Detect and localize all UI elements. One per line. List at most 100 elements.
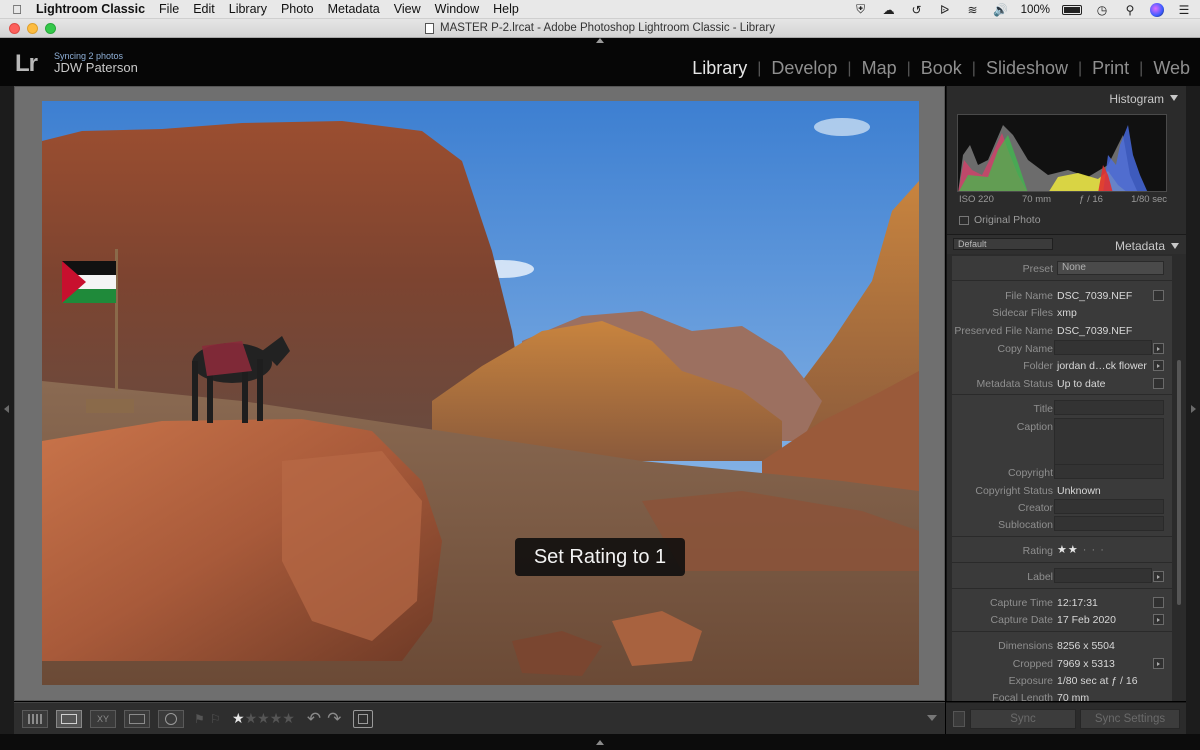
sync-button[interactable]: Sync (970, 709, 1076, 729)
dimensions-row: Dimensions 8256 x 5504 (998, 640, 1115, 652)
people-view-button[interactable] (158, 709, 184, 728)
capture-time-edit-icon[interactable] (1153, 597, 1164, 608)
loupe-viewer[interactable]: Set Rating to 1 (14, 86, 945, 701)
battery-icon[interactable] (1062, 4, 1082, 15)
sidecar-row: Sidecar Files xmp (992, 307, 1077, 319)
module-map[interactable]: Map (862, 58, 897, 79)
star-4-icon[interactable]: ★ (270, 710, 283, 727)
menu-file[interactable]: File (152, 2, 186, 16)
rating-stars[interactable]: ★★ · · · (1057, 543, 1105, 556)
original-photo-toggle[interactable]: Original Photo (959, 214, 1041, 226)
auto-sync-toggle[interactable] (953, 711, 965, 727)
menu-help[interactable]: Help (486, 2, 526, 16)
capture-date-row: Capture Date 17 Feb 2020 (952, 611, 1172, 628)
expand-left-panel-icon[interactable] (4, 405, 9, 413)
wifi-icon[interactable]: ≋ (965, 3, 981, 17)
toolbar-menu-chevron-icon[interactable] (927, 715, 937, 721)
compare-view-button[interactable]: XY (90, 709, 116, 728)
module-print[interactable]: Print (1092, 58, 1129, 79)
star-3-icon[interactable]: ★ (257, 710, 270, 727)
clock-icon[interactable]: ◷ (1094, 3, 1110, 17)
collapse-top-panel-icon[interactable] (596, 38, 604, 43)
menu-metadata[interactable]: Metadata (321, 2, 387, 16)
copyright-status-dropdown[interactable]: Unknown (1057, 485, 1101, 497)
copy-name-row: Copy Name (952, 340, 1172, 357)
rotate-left-icon[interactable]: ↶ (307, 709, 321, 729)
flag-reject-icon[interactable]: ⚐ (210, 712, 222, 726)
metadata-panel-header[interactable]: Default Metadata (947, 234, 1186, 254)
compare-view-icon: XY (96, 713, 109, 724)
right-panel-scrollbar[interactable] (1177, 360, 1181, 605)
flag-pick-icon[interactable]: ⚑ (194, 712, 206, 726)
apple-icon[interactable]:  (0, 2, 34, 17)
copyright-row: Copyright (952, 464, 1172, 481)
user-name[interactable]: JDW Paterson (54, 60, 138, 75)
spotlight-search-icon[interactable]: ⚲ (1122, 3, 1138, 17)
original-photo-label: Original Photo (974, 214, 1041, 226)
loupe-view-button[interactable] (56, 709, 82, 728)
caption-field[interactable] (1054, 418, 1164, 466)
menu-window[interactable]: Window (428, 2, 486, 16)
bluetooth-icon[interactable]: ᐉ (937, 3, 953, 17)
histogram-panel-header[interactable]: Histogram (947, 86, 1186, 110)
title-field[interactable] (1054, 400, 1164, 415)
folder-arrow-icon[interactable] (1153, 360, 1164, 371)
menu-edit[interactable]: Edit (186, 2, 222, 16)
capture-date-arrow-icon[interactable] (1153, 614, 1164, 625)
label-arrow-icon[interactable] (1153, 571, 1164, 582)
battery-percent[interactable]: 100% (1021, 4, 1050, 16)
module-web[interactable]: Web (1153, 58, 1190, 79)
grid-view-icon (28, 713, 42, 724)
copyright-field[interactable] (1054, 464, 1164, 479)
menu-app-name[interactable]: Lightroom Classic (34, 2, 152, 16)
shield-icon[interactable]: ⛨ (853, 2, 869, 17)
star-1-icon[interactable]: ★ (232, 710, 245, 727)
histogram-collapse-icon[interactable] (1170, 95, 1178, 101)
survey-view-button[interactable] (124, 709, 150, 728)
sublocation-field[interactable] (1054, 516, 1164, 531)
star-5-icon[interactable]: ★ (282, 710, 295, 727)
sublocation-row: Sublocation (952, 516, 1172, 533)
menu-photo[interactable]: Photo (274, 2, 321, 16)
time-machine-icon[interactable]: ↺ (909, 3, 925, 17)
sync-settings-button[interactable]: Sync Settings (1080, 709, 1180, 729)
module-develop[interactable]: Develop (771, 58, 837, 79)
survey-view-icon (129, 713, 145, 724)
menu-library[interactable]: Library (222, 2, 274, 16)
label-field[interactable] (1054, 568, 1152, 583)
metadata-view-dropdown[interactable]: Default (953, 238, 1053, 250)
file-name-action-icon[interactable] (1153, 290, 1164, 301)
minimize-window-button[interactable] (27, 23, 38, 34)
close-window-button[interactable] (9, 23, 20, 34)
volume-icon[interactable]: 🔊 (993, 3, 1009, 17)
metadata-status-icon[interactable] (1153, 378, 1164, 389)
module-slideshow[interactable]: Slideshow (986, 58, 1068, 79)
folder-value[interactable]: jordan d…ck flower (1057, 360, 1147, 372)
module-library[interactable]: Library (692, 58, 747, 79)
cropped-arrow-icon[interactable] (1153, 658, 1164, 669)
preset-dropdown[interactable]: None (1057, 261, 1164, 275)
creative-cloud-icon[interactable]: ☁ (881, 3, 897, 17)
copy-name-arrow-icon[interactable] (1153, 343, 1164, 354)
star-2-icon[interactable]: ★ (245, 710, 258, 727)
metadata-collapse-icon[interactable] (1171, 243, 1179, 249)
notification-center-icon[interactable]: ☰ (1176, 3, 1192, 17)
siri-icon[interactable] (1150, 2, 1164, 17)
histogram-graph[interactable] (957, 114, 1167, 192)
grid-view-button[interactable] (22, 709, 48, 728)
creator-field[interactable] (1054, 499, 1164, 514)
copy-name-field[interactable] (1054, 340, 1152, 355)
file-name-value[interactable]: DSC_7039.NEF (1057, 290, 1132, 302)
petra-landscape-photo (42, 101, 919, 685)
collapse-right-panel-icon[interactable] (1191, 405, 1196, 413)
iso-value: ISO 220 (959, 194, 994, 205)
module-book[interactable]: Book (921, 58, 962, 79)
expand-filmstrip-icon[interactable] (596, 740, 604, 745)
rotate-right-icon[interactable]: ↷ (327, 709, 341, 729)
zoom-window-button[interactable] (45, 23, 56, 34)
toolbar-star-rating[interactable]: ★ ★ ★ ★ ★ (232, 710, 295, 727)
menu-view[interactable]: View (387, 2, 428, 16)
original-photo-checkbox[interactable] (959, 215, 969, 225)
crop-overlay-icon[interactable] (353, 709, 374, 728)
photo-preview[interactable] (42, 101, 919, 685)
